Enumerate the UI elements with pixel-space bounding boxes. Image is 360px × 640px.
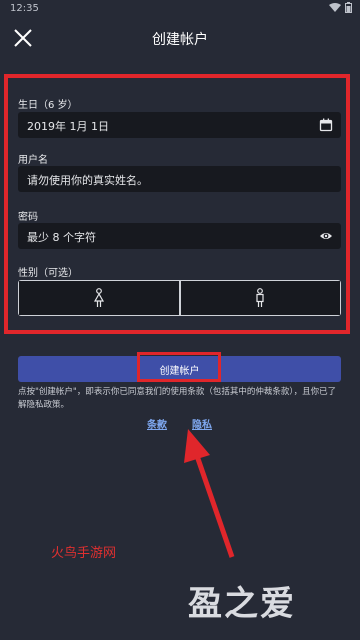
app-header: 创建帐户	[0, 18, 360, 58]
terms-link[interactable]: 条款	[147, 416, 167, 431]
battery-icon	[345, 2, 352, 13]
gender-option-female[interactable]	[19, 281, 179, 315]
site-watermark: 火鸟手游网	[51, 546, 117, 561]
gender-label: 性别（可选）	[18, 268, 78, 279]
birthday-value: 2019年 1月 1日	[27, 120, 109, 133]
calendar-icon[interactable]	[319, 118, 333, 132]
gender-selector	[18, 280, 341, 316]
create-button-highlight-box	[137, 352, 221, 382]
status-icons	[329, 2, 352, 13]
username-label: 用户名	[18, 155, 48, 166]
status-time: 12:35	[10, 3, 39, 14]
password-label: 密码	[18, 212, 38, 223]
eye-icon[interactable]	[319, 229, 333, 243]
female-icon	[93, 288, 104, 307]
red-arrow-annotation	[184, 429, 235, 558]
brand-watermark: 盈之爱	[188, 584, 296, 624]
terms-notice: 点按"创建帐户"，即表示你已同意我们的使用条款（包括其中的仲裁条款），且你已了解…	[18, 387, 337, 410]
gender-option-male[interactable]	[178, 281, 340, 315]
male-icon	[256, 288, 264, 307]
password-placeholder: 最少 8 个字符	[27, 231, 96, 244]
password-field[interactable]: 最少 8 个字符	[18, 223, 341, 249]
status-bar: 12:35	[0, 0, 360, 18]
page-title: 创建帐户	[152, 32, 208, 48]
birthday-label: 生日（6 岁）	[18, 100, 78, 111]
username-field[interactable]: 请勿使用你的真实姓名。	[18, 166, 341, 192]
wifi-icon	[329, 2, 341, 12]
birthday-field[interactable]: 2019年 1月 1日	[18, 112, 341, 138]
username-placeholder: 请勿使用你的真实姓名。	[27, 174, 148, 187]
